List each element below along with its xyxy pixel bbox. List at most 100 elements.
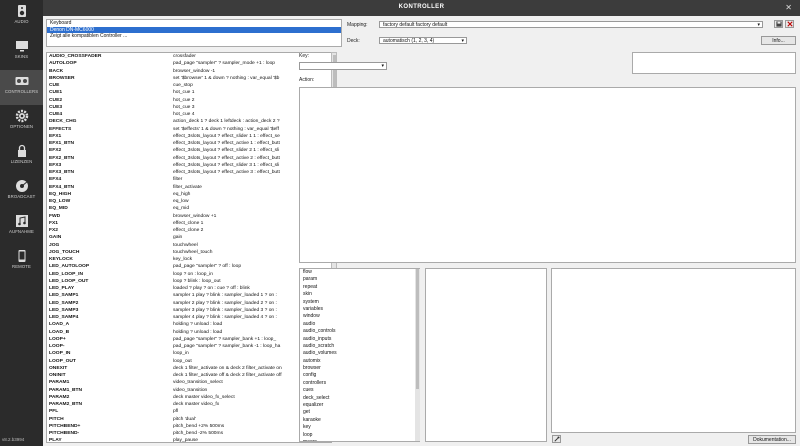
sidebar-item-broadcast[interactable]: BROADCAST [0,175,43,210]
table-row[interactable]: PLAY play_pause [47,437,331,442]
list-item[interactable]: audio_controls [300,328,419,335]
scrollbar-thumb[interactable] [416,269,419,389]
controller-list[interactable]: Keyboard Denon DN-MC6000 Zeigt alle komp… [46,19,342,47]
table-row[interactable]: LED_SAMP2 sampler 2 play ? blink : sample… [47,300,331,307]
list-item[interactable]: key [300,424,419,431]
table-row[interactable]: LED_SAMP4 sampler 4 play ? blink : sample… [47,314,331,321]
table-row[interactable]: CUE cue_stop [47,82,331,89]
table-row[interactable]: LED_LOOP_IN loop ? on : loop_in [47,271,331,278]
save-icon[interactable] [774,20,783,28]
table-row[interactable]: PITCH pitch 'dual' [47,416,331,423]
list-item[interactable]: flow [300,269,419,276]
table-row[interactable]: EFX4 filter [47,176,331,183]
table-row[interactable]: LED_SAMP1 sampler 1 play ? blink : sample… [47,292,331,299]
table-row[interactable]: GAIN gain [47,234,331,241]
table-row[interactable]: CUE1 hot_cue 1 [47,89,331,96]
table-row[interactable]: LOOP_OUT loop_out [47,358,331,365]
list-item[interactable]: automix [300,358,419,365]
table-row[interactable]: EQ_LOW eq_low [47,198,331,205]
table-row[interactable]: FX2 effect_clone 2 [47,227,331,234]
action-detail-list[interactable] [425,268,547,442]
table-row[interactable]: LOAD_A holding ? unload : load [47,321,331,328]
table-row[interactable]: PITCHBEND-pitch_bend -2% 500ms [47,430,331,437]
list-item[interactable]: controllers [300,380,419,387]
sidebar-item-audio[interactable]: AUDIO [0,0,43,35]
table-row[interactable]: PARAM1 video_transition_select [47,379,331,386]
info-button[interactable]: Info... [761,36,796,45]
table-row[interactable]: AUTOLOOP pad_page "sampler" ? sampler_mod… [47,60,331,67]
table-row[interactable]: EFX4_BTN filter_activate [47,184,331,191]
list-item[interactable]: karaoke [300,417,419,424]
mapping-select[interactable]: factory default factory default ▾ [379,21,763,28]
table-row[interactable]: EQ_HIGH eq_high [47,191,331,198]
list-item[interactable]: system [300,299,419,306]
table-row[interactable]: FX1 effect_clone 1 [47,220,331,227]
table-row[interactable]: EFX1 effect_3slots_layout ? effect_slider… [47,133,331,140]
list-item[interactable]: macro [300,439,419,441]
list-item[interactable]: loop [300,432,419,439]
table-row[interactable]: BACK browser_window -1 [47,68,331,75]
table-row[interactable]: EFX3_BTN effect_3slots_layout ? effect_ac… [47,169,331,176]
table-row[interactable]: JOG_TOUCH touchwheel_touch [47,249,331,256]
close-icon[interactable]: ✕ [785,3,792,12]
list-item[interactable]: skin [300,291,419,298]
sidebar-item-remote[interactable]: REMOTE [0,245,43,280]
table-row[interactable]: PARAM1_BTN video_transition [47,387,331,394]
table-row[interactable]: EQ_MID eq_mid [47,205,331,212]
mapping-table[interactable]: AUDIO_CROSSFADER crossfader AUTOLOOP pad_pa… [46,52,332,443]
table-row[interactable]: LOOP-pad_page "sampler" ? sampler_bank -… [47,343,331,350]
documentation-button[interactable]: Dokumentation... [748,435,796,444]
list-item[interactable]: audio_scratch [300,343,419,350]
action-list-scrollbar[interactable] [415,269,420,441]
key-select[interactable]: ▾ [299,62,387,70]
table-row[interactable]: PARAM2 deck master video_fx_select [47,394,331,401]
table-row[interactable]: AUDIO_CROSSFADER crossfader [47,53,331,60]
sidebar-item-lizenzen[interactable]: LIZENZEN [0,140,43,175]
table-row[interactable]: PARAM2_BTN deck master video_fx [47,401,331,408]
table-row[interactable]: LED_AUTOLOOP pad_page "sampler" ? off : l… [47,263,331,270]
table-row[interactable]: LOAD_B holding ? unload : load [47,329,331,336]
table-row[interactable]: LED_LOOP_OUT loop ? blink : loop_out [47,278,331,285]
table-row[interactable]: DECK_CHG action_deck 1 ? deck 1 leftdeck … [47,118,331,125]
table-row[interactable]: FWD browser_window +1 [47,213,331,220]
table-row[interactable]: EFX2 effect_3slots_layout ? effect_slider… [47,147,331,154]
list-item[interactable]: window [300,313,419,320]
table-row[interactable]: CUE3 hot_cue 3 [47,104,331,111]
list-item[interactable]: variables [300,306,419,313]
table-row[interactable]: EFFECTS set '$effects' 1 & down ? nothing… [47,126,331,133]
table-row[interactable]: EFX1_BTN effect_3slots_layout ? effect_ac… [47,140,331,147]
list-item[interactable]: audio [300,321,419,328]
sidebar-item-skins[interactable]: SKINS [0,35,43,70]
table-row[interactable]: JOG touchwheel [47,242,331,249]
table-row[interactable]: ONINIT deck 1 filter_activate off & deck … [47,372,331,379]
delete-icon[interactable] [785,20,794,28]
list-item[interactable]: param [300,276,419,283]
list-item[interactable]: config [300,372,419,379]
list-item[interactable]: get [300,409,419,416]
table-row[interactable]: KEYLOCK key_lock [47,256,331,263]
list-item[interactable]: audio_volumes [300,350,419,357]
table-row[interactable]: PITCHBEND+ pitch_bend +2% 500ms [47,423,331,430]
table-row[interactable]: LOOP_IN loop_in [47,350,331,357]
deck-select[interactable]: automatisch (1, 2, 3, 4) ▾ [379,37,467,44]
list-item[interactable]: audio_inputs [300,336,419,343]
table-row[interactable]: EFX3 effect_3slots_layout ? effect_slider… [47,162,331,169]
table-row[interactable]: BROWSER set '$browser' 1 & down ? nothing… [47,75,331,82]
table-row[interactable]: EFX2_BTN effect_3slots_layout ? effect_ac… [47,155,331,162]
action-editor[interactable] [299,87,796,263]
action-category-list[interactable]: flow param repeat skin system variables window… [299,268,420,442]
list-item[interactable]: equalizer [300,402,419,409]
table-row[interactable]: LED_SAMP3 sampler 3 play ? blink : sample… [47,307,331,314]
table-row[interactable]: CUE2 hot_cue 2 [47,97,331,104]
table-row[interactable]: PFL pfl [47,408,331,415]
sidebar-item-optionen[interactable]: OPTIONEN [0,105,43,140]
list-item[interactable]: cues [300,387,419,394]
table-row[interactable]: ONEXIT deck 1 filter_activate on & deck 2… [47,365,331,372]
table-row[interactable]: CUE4 hot_cue 4 [47,111,331,118]
list-item[interactable]: deck_select [300,395,419,402]
table-row[interactable]: LED_PLAY loaded ? play ? on : cue ? off :… [47,285,331,292]
list-item[interactable]: repeat [300,284,419,291]
eyedropper-icon[interactable] [552,435,561,443]
sidebar-item-controllers[interactable]: CONTROLLERS [0,70,43,105]
list-item[interactable]: browser [300,365,419,372]
